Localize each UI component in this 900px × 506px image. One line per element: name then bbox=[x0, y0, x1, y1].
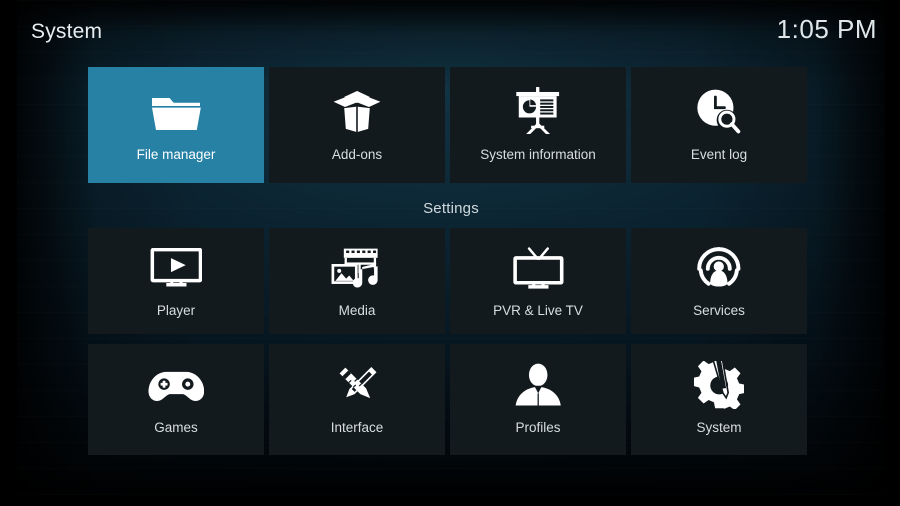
tile-label: Services bbox=[693, 303, 745, 318]
tile-file-manager[interactable]: File manager bbox=[88, 67, 264, 183]
tile-label: Add-ons bbox=[331, 147, 383, 162]
tile-player[interactable]: Player bbox=[88, 228, 264, 334]
tile-label: Event log bbox=[690, 147, 748, 162]
header-bar: System 1:05 PM bbox=[17, 0, 885, 62]
tile-label: Interface bbox=[330, 420, 384, 435]
monitor-play-icon bbox=[88, 228, 264, 300]
pencil-ruler-icon bbox=[269, 344, 445, 416]
tile-label: System bbox=[696, 420, 742, 435]
clock: 1:05 PM bbox=[776, 14, 877, 44]
top-row: File manager Add-ons System information … bbox=[88, 67, 807, 183]
tile-label: Profiles bbox=[515, 420, 561, 435]
monitor-play-icon bbox=[150, 248, 202, 287]
tile-label: Games bbox=[154, 420, 198, 435]
media-library-icon bbox=[331, 249, 378, 288]
kodi-system-screen: System 1:05 PM Settings File manager Add… bbox=[0, 0, 900, 506]
open-box-icon bbox=[333, 90, 381, 132]
presentation-chart-icon bbox=[516, 87, 560, 135]
pencil-ruler-icon bbox=[339, 366, 377, 398]
tile-system-information[interactable]: System information bbox=[450, 67, 626, 183]
gamepad-icon bbox=[148, 371, 204, 401]
settings-row-2: Games Interface Profiles System bbox=[88, 344, 807, 455]
tile-games[interactable]: Games bbox=[88, 344, 264, 455]
gamepad-icon bbox=[88, 344, 264, 416]
screen-stage: System 1:05 PM Settings File manager Add… bbox=[17, 0, 885, 496]
clock-search-icon bbox=[697, 89, 741, 133]
tile-label: Media bbox=[338, 303, 376, 318]
person-icon bbox=[515, 364, 561, 406]
clock-search-icon bbox=[631, 67, 807, 145]
settings-row-1: Player Media PVR & Live TV Services bbox=[88, 228, 807, 334]
tile-profiles[interactable]: Profiles bbox=[450, 344, 626, 455]
tile-label: File manager bbox=[136, 147, 216, 162]
gear-screwdriver-icon bbox=[631, 344, 807, 416]
media-library-icon bbox=[269, 228, 445, 300]
tile-label: Player bbox=[156, 303, 196, 318]
tv-antenna-icon bbox=[450, 228, 626, 300]
folder-icon bbox=[88, 67, 264, 145]
tv-antenna-icon bbox=[512, 247, 564, 289]
broadcast-icon bbox=[697, 247, 741, 287]
tile-interface[interactable]: Interface bbox=[269, 344, 445, 455]
person-icon bbox=[450, 344, 626, 416]
tile-services[interactable]: Services bbox=[631, 228, 807, 334]
tile-media[interactable]: Media bbox=[269, 228, 445, 334]
tile-event-log[interactable]: Event log bbox=[631, 67, 807, 183]
page-title: System bbox=[31, 20, 103, 43]
tile-add-ons[interactable]: Add-ons bbox=[269, 67, 445, 183]
gear-screwdriver-icon bbox=[693, 360, 745, 410]
open-box-icon bbox=[269, 67, 445, 145]
tile-label: System information bbox=[480, 147, 596, 162]
broadcast-icon bbox=[631, 228, 807, 300]
presentation-chart-icon bbox=[450, 67, 626, 145]
tile-system[interactable]: System bbox=[631, 344, 807, 455]
folder-icon bbox=[152, 98, 201, 131]
settings-section-label: Settings bbox=[423, 200, 479, 217]
tile-label: PVR & Live TV bbox=[493, 303, 583, 318]
tile-pvr-live-tv[interactable]: PVR & Live TV bbox=[450, 228, 626, 334]
